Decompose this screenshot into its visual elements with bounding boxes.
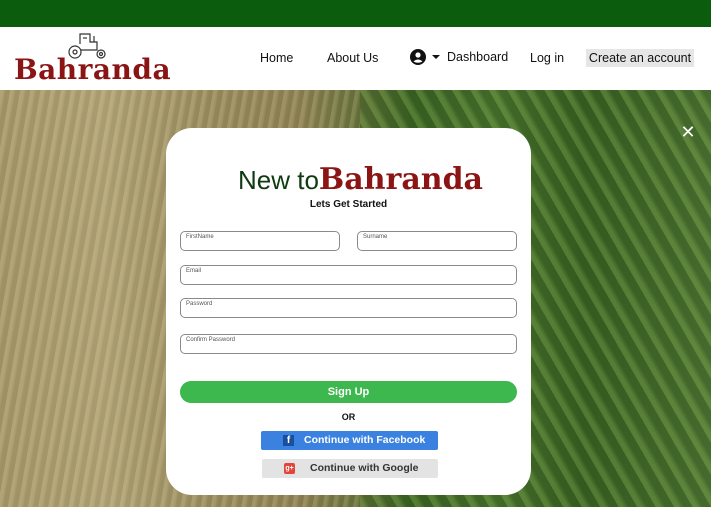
facebook-label: Continue with Facebook bbox=[304, 434, 426, 446]
email-field[interactable]: Email bbox=[180, 265, 517, 285]
signup-modal: New toBahranda Lets Get Started FirstNam… bbox=[166, 128, 531, 495]
title-prefix: New to bbox=[238, 165, 319, 195]
confirm-password-field[interactable]: Confirm Password bbox=[180, 334, 517, 354]
facebook-icon: f bbox=[283, 435, 294, 446]
close-icon[interactable]: ✕ bbox=[680, 123, 696, 141]
nav-about[interactable]: About Us bbox=[327, 51, 378, 65]
email-placeholder: Email bbox=[186, 268, 202, 274]
google-plus-icon: g+ bbox=[284, 463, 295, 474]
surname-field[interactable]: Surname bbox=[357, 231, 517, 251]
user-circle-icon bbox=[410, 49, 426, 65]
google-login-button[interactable]: g+ Continue with Google bbox=[262, 459, 438, 478]
navbar: Bahranda Home About Us Dashboard Log in … bbox=[0, 27, 711, 90]
modal-subtitle: Lets Get Started bbox=[309, 199, 388, 210]
title-brand: Bahranda bbox=[318, 162, 483, 197]
nav-login[interactable]: Log in bbox=[530, 51, 564, 65]
sign-up-button[interactable]: Sign Up bbox=[180, 381, 517, 403]
nav-dashboard[interactable]: Dashboard bbox=[410, 49, 508, 65]
firstname-field[interactable]: FirstName bbox=[180, 231, 340, 251]
confirm-password-placeholder: Confirm Password bbox=[186, 337, 236, 343]
google-label: Continue with Google bbox=[310, 462, 419, 474]
or-divider: OR bbox=[341, 412, 356, 422]
firstname-placeholder: FirstName bbox=[186, 234, 214, 240]
top-bar bbox=[0, 0, 711, 28]
create-account-button[interactable]: Create an account bbox=[586, 49, 694, 67]
brand-logo[interactable]: Bahranda bbox=[14, 53, 171, 86]
facebook-login-button[interactable]: f Continue with Facebook bbox=[261, 431, 438, 450]
password-placeholder: Password bbox=[186, 301, 213, 307]
nav-home[interactable]: Home bbox=[260, 51, 293, 65]
surname-placeholder: Surname bbox=[363, 234, 388, 240]
caret-down-icon bbox=[432, 55, 440, 59]
modal-title: New toBahranda bbox=[238, 162, 483, 197]
password-field[interactable]: Password bbox=[180, 298, 517, 318]
nav-dashboard-label: Dashboard bbox=[447, 50, 509, 64]
